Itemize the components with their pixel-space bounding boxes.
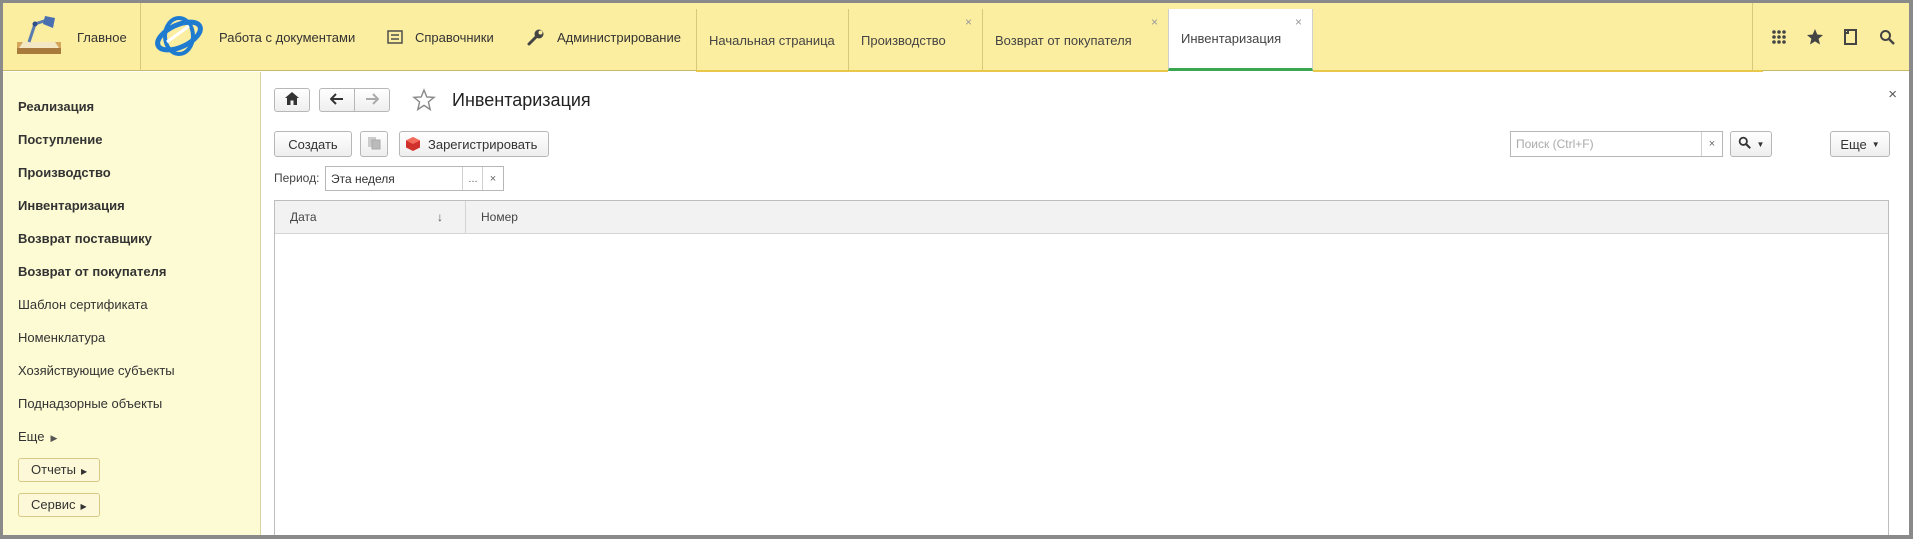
register-icon — [406, 137, 420, 151]
tab-production[interactable]: Производство × — [848, 9, 982, 71]
search-placeholder: Поиск (Ctrl+F) — [1516, 137, 1594, 151]
caret-right-icon: ▶ — [80, 502, 87, 511]
tab-close-icon[interactable]: × — [1151, 15, 1158, 29]
section-home[interactable]: Главное — [3, 3, 141, 71]
sidebar: Реализация Поступление Производство Инве… — [3, 72, 261, 535]
period-field[interactable]: Эта неделя ... × — [325, 166, 504, 191]
register-button[interactable]: Зарегистрировать — [399, 131, 549, 157]
search-input[interactable]: Поиск (Ctrl+F) × — [1510, 131, 1723, 157]
section-home-label: Главное — [77, 29, 127, 45]
column-header-label: Номер — [481, 210, 518, 224]
arrow-left-icon — [329, 92, 344, 108]
sidebar-item-supervised-objects[interactable]: Поднадзорные объекты — [3, 387, 260, 420]
search-clear-icon[interactable]: × — [1701, 132, 1722, 156]
toolbar-right — [1752, 3, 1909, 71]
section-documents[interactable]: Работа с документами — [153, 3, 355, 71]
period-select-button[interactable]: ... — [462, 167, 483, 190]
column-header-number[interactable]: Номер — [466, 201, 518, 233]
tab-label: Начальная страница — [709, 32, 835, 48]
section-administration-label: Администрирование — [557, 29, 681, 45]
sidebar-item-receipt[interactable]: Поступление — [3, 123, 260, 156]
tab-label: Инвентаризация — [1181, 31, 1282, 46]
more-label: Еще — [1840, 136, 1867, 152]
service-button[interactable]: Сервис ▶ — [18, 493, 100, 517]
sidebar-more-link[interactable]: Еще ▶ — [3, 420, 260, 453]
documents-table[interactable]: Дата ↓ Номер — [274, 200, 1889, 535]
tab-label: Производство — [861, 32, 946, 48]
more-button[interactable]: Еще ▼ — [1830, 131, 1890, 157]
back-button[interactable] — [319, 88, 355, 112]
caret-right-icon: ▶ — [80, 467, 88, 476]
reports-button[interactable]: Отчеты ▶ — [18, 458, 101, 482]
column-header-date[interactable]: Дата ↓ — [275, 201, 466, 233]
section-reference[interactable]: Справочники — [387, 3, 494, 71]
column-header-label: Дата — [290, 210, 317, 224]
table-header: Дата ↓ Номер — [275, 201, 1888, 234]
reports-label: Отчеты — [31, 462, 76, 477]
search-options-button[interactable]: ▼ — [1730, 131, 1772, 157]
sidebar-item-nomenclature[interactable]: Номенклатура — [3, 321, 260, 354]
copy-button[interactable] — [360, 131, 388, 157]
sidebar-item-business-entities[interactable]: Хозяйствующие субъекты — [3, 354, 260, 387]
tab-close-icon[interactable]: × — [965, 15, 972, 29]
apps-grid-icon[interactable] — [1761, 19, 1797, 55]
dropdown-caret-icon: ▼ — [1756, 139, 1765, 149]
tab-start-page[interactable]: Начальная страница — [696, 9, 848, 71]
star-icon[interactable] — [1797, 19, 1833, 55]
section-reference-label: Справочники — [415, 29, 494, 45]
form-close-icon[interactable]: × — [1888, 86, 1897, 103]
register-label: Зарегистрировать — [428, 136, 538, 152]
arrow-right-icon — [365, 92, 380, 108]
period-clear-icon[interactable]: × — [482, 167, 503, 190]
copy-icon — [367, 136, 381, 153]
search-icon[interactable] — [1869, 19, 1905, 55]
caret-right-icon: ▶ — [50, 433, 58, 443]
sidebar-item-supplier-return[interactable]: Возврат поставщику — [3, 222, 260, 255]
sidebar-item-customer-return[interactable]: Возврат от покупателя — [3, 255, 260, 288]
tab-close-icon[interactable]: × — [1295, 15, 1302, 29]
home-button[interactable] — [274, 88, 310, 112]
create-button[interactable]: Создать — [274, 131, 352, 157]
sidebar-item-sales[interactable]: Реализация — [3, 90, 260, 123]
sidebar-item-certificate-template[interactable]: Шаблон сертификата — [3, 288, 260, 321]
tab-inventory[interactable]: Инвентаризация × — [1168, 9, 1313, 71]
history-icon[interactable] — [1833, 19, 1869, 55]
section-administration[interactable]: Администрирование — [527, 3, 681, 71]
page-title: Инвентаризация — [452, 90, 591, 110]
list-icon — [387, 30, 403, 44]
documents-logo-icon — [153, 12, 205, 63]
section-documents-label: Работа с документами — [219, 29, 356, 45]
dropdown-caret-icon: ▼ — [1871, 139, 1880, 149]
desk-lamp-icon — [15, 14, 65, 61]
tab-customer-return[interactable]: Возврат от покупателя × — [982, 9, 1168, 71]
sidebar-item-production[interactable]: Производство — [3, 156, 260, 189]
sidebar-item-inventory[interactable]: Инвентаризация — [3, 189, 260, 222]
favorite-star-icon[interactable] — [412, 88, 436, 115]
main-form: Инвентаризация × Создать Зарегистрироват… — [262, 72, 1909, 535]
wrench-icon — [527, 28, 545, 46]
tab-label: Возврат от покупателя — [995, 32, 1132, 48]
period-label: Период: — [274, 171, 320, 185]
forward-button[interactable] — [354, 88, 390, 112]
sidebar-more-label: Еще — [18, 429, 45, 444]
service-label: Сервис — [31, 497, 76, 512]
create-label: Создать — [288, 136, 338, 152]
search-icon — [1738, 136, 1751, 152]
house-icon — [285, 92, 299, 108]
app-window: Главное Работа с документами Справочники… — [0, 0, 1913, 539]
top-panel: Главное Работа с документами Справочники… — [3, 3, 1909, 72]
period-value: Эта неделя — [331, 172, 395, 186]
sort-down-icon: ↓ — [437, 210, 443, 224]
